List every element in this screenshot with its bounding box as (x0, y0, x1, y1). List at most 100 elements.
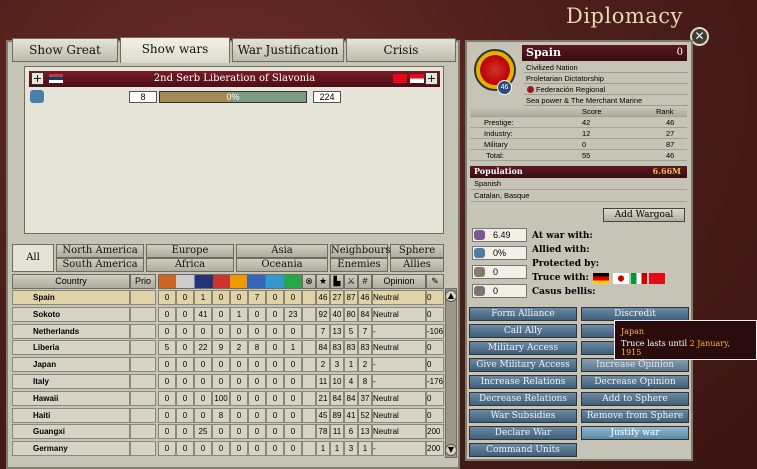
command-units-button[interactable]: Command Units (469, 443, 577, 457)
value-cell: 0 (284, 357, 302, 373)
value-cell: 45 (316, 407, 330, 423)
value-cell: 0 (212, 441, 230, 457)
value-cell: 22 (194, 340, 212, 356)
stat-3: 0 (472, 265, 527, 279)
decrease-opinion-button[interactable]: Decrease Opinion (581, 375, 689, 389)
germany-truce-flag-icon[interactable] (593, 273, 609, 284)
value-cell: 84 (344, 390, 358, 406)
filter-allies[interactable]: Allies (390, 258, 444, 272)
increase-relations-button[interactable]: Increase Relations (469, 375, 577, 389)
serbia-flag-icon (49, 74, 63, 83)
filter-north-america[interactable]: North America (56, 244, 144, 258)
increase-opinion-button[interactable]: Increase Opinion (581, 358, 689, 372)
header-rank-icon[interactable]: # (358, 274, 372, 289)
add-to-sphere-button[interactable]: Add to Sphere (581, 392, 689, 406)
table-row[interactable]: Liberia 5 0 22 9 2 8 0 1 84 83 83 83 Neutral 0 (12, 340, 444, 356)
table-row[interactable]: Italy 0 0 0 0 0 0 0 0 11 10 4 8- -176 (12, 374, 444, 390)
country-name: Spain 0 (522, 45, 687, 61)
ottoman-flag-icon (393, 74, 407, 83)
table-row[interactable]: Hawaii 0 0 0 100 0 0 0 0 21 84 84 37 Neutral 0 (12, 390, 444, 407)
filter-africa[interactable]: Africa (146, 258, 234, 272)
header-country[interactable]: Country (12, 274, 130, 289)
tab-crisis[interactable]: Crisis (346, 38, 456, 62)
value-cell: 87 (344, 290, 358, 305)
header-military-icon[interactable]: ⚔ (344, 274, 358, 289)
decrease-relations-button[interactable]: Decrease Relations (469, 392, 577, 406)
value-cell: 11 (330, 424, 344, 440)
value-cell: 80 (344, 306, 358, 322)
table-row[interactable]: Netherlands 0 0 0 0 0 0 0 0 7 13 5 7- -106 (12, 323, 444, 340)
filter-sphere[interactable]: Sphere (390, 244, 444, 258)
header-opinion[interactable]: Opinion (372, 274, 426, 289)
discredit-button[interactable]: Discredit (581, 307, 689, 321)
war-row[interactable]: + 2nd Serb Liberation of Slavonia + (29, 71, 440, 87)
infamy-cell (302, 340, 316, 356)
value-cell: 0 (194, 323, 212, 339)
value-cell: 0 (230, 407, 248, 423)
filter-europe[interactable]: Europe (146, 244, 234, 258)
table-row[interactable]: Germany 0 0 0 0 0 0 0 0 1 1 3 1-200 (12, 441, 444, 457)
rank-header-label: Rank (656, 107, 674, 116)
add-wargoal-button[interactable]: Add Wargoal (603, 208, 685, 222)
table-row[interactable]: Haiti 0 0 0 8 0 0 0 0 45 89 41 52 Neutral 0 (12, 407, 444, 424)
value-cell: 78 (316, 424, 330, 440)
table-scrollbar[interactable] (445, 288, 457, 458)
header-prestige-icon[interactable]: ★ (316, 274, 330, 289)
value-cell: 0 (266, 306, 284, 322)
window-title: Diplomacy (566, 4, 683, 28)
value-cell: 0 (176, 441, 194, 457)
mexico-truce-flag-icon[interactable] (631, 273, 647, 284)
relations-cell: 0 (426, 340, 444, 356)
prio-cell (130, 424, 156, 440)
opinion-cell: - (372, 374, 426, 389)
header-industry-icon[interactable]: ▙ (330, 274, 344, 289)
value-cell: 0 (230, 424, 248, 440)
filter-asia[interactable]: Asia (236, 244, 328, 258)
table-row[interactable]: Guangxi 0 0 25 0 0 0 0 0 78 11 6 13 Neutral 200 (12, 424, 444, 440)
value-cell: 83 (358, 340, 372, 356)
header-relations-icon[interactable]: ✎ (426, 274, 444, 289)
scroll-down-button[interactable]: ▼ (445, 444, 457, 456)
culture-accepted: Catalan, Basque (470, 190, 687, 202)
relations-cell: 0 (426, 357, 444, 373)
infamy-icon (474, 248, 485, 258)
value-cell: 0 (248, 357, 266, 373)
remove-from-sphere-button[interactable]: Remove from Sphere (581, 409, 689, 423)
influence-icon (474, 230, 485, 240)
tab-show-wars[interactable]: Show wars (120, 37, 230, 63)
call-ally-button[interactable]: Call Ally (469, 324, 577, 338)
table-row[interactable]: Sokoto 0 0 41 0 1 0 0 23 92 40 80 84 Neutral 0 (12, 306, 444, 323)
filter-oceania[interactable]: Oceania (236, 258, 328, 272)
header-infamy-icon[interactable]: ⊗ (302, 274, 316, 289)
scroll-up-button[interactable]: ▲ (445, 290, 457, 302)
value-cell: 4 (344, 374, 358, 389)
table-row[interactable]: Japan 0 0 0 0 0 0 0 0 2 3 1 2-0 (12, 357, 444, 373)
give-military-access-button[interactable]: Give Military Access (469, 358, 577, 372)
header-prio[interactable]: Prio (130, 274, 156, 289)
expand-defenders-button[interactable]: + (425, 72, 438, 85)
war-subsidies-button[interactable]: War Subsidies (469, 409, 577, 423)
filter-south-america[interactable]: South America (56, 258, 144, 272)
justify-war-button[interactable]: Justify war (581, 426, 689, 440)
tab-war-justification[interactable]: War Justification (232, 38, 344, 62)
japan-truce-flag-icon[interactable] (613, 273, 629, 284)
expand-attackers-button[interactable]: + (31, 72, 44, 85)
value-cell: 6 (344, 424, 358, 440)
form-alliance-button[interactable]: Form Alliance (469, 307, 577, 321)
value-cell: 0 (266, 357, 284, 373)
table-row[interactable]: Spain 0 0 1 0 0 7 0 0 46 27 87 46 Neutral 0 (12, 290, 444, 306)
score-value: 0 (582, 140, 587, 149)
value-cell: 0 (248, 441, 266, 457)
filter-enemies[interactable]: Enemies (330, 258, 388, 272)
value-cell: 0 (176, 390, 194, 406)
declare-war-button[interactable]: Declare War (469, 426, 577, 440)
country-name-cell: Japan (12, 357, 130, 373)
filter-all-button[interactable]: All (12, 244, 54, 272)
tab-great-powers[interactable]: Show Great Powers (12, 38, 118, 79)
score-value: 55 (582, 151, 591, 160)
military-access-button[interactable]: Military Access (469, 341, 577, 355)
infamy-cell (302, 441, 316, 457)
turkey-truce-flag-icon[interactable] (649, 273, 665, 284)
filter-neighbours[interactable]: Neighbours (330, 244, 390, 258)
value-cell: 8 (212, 407, 230, 423)
